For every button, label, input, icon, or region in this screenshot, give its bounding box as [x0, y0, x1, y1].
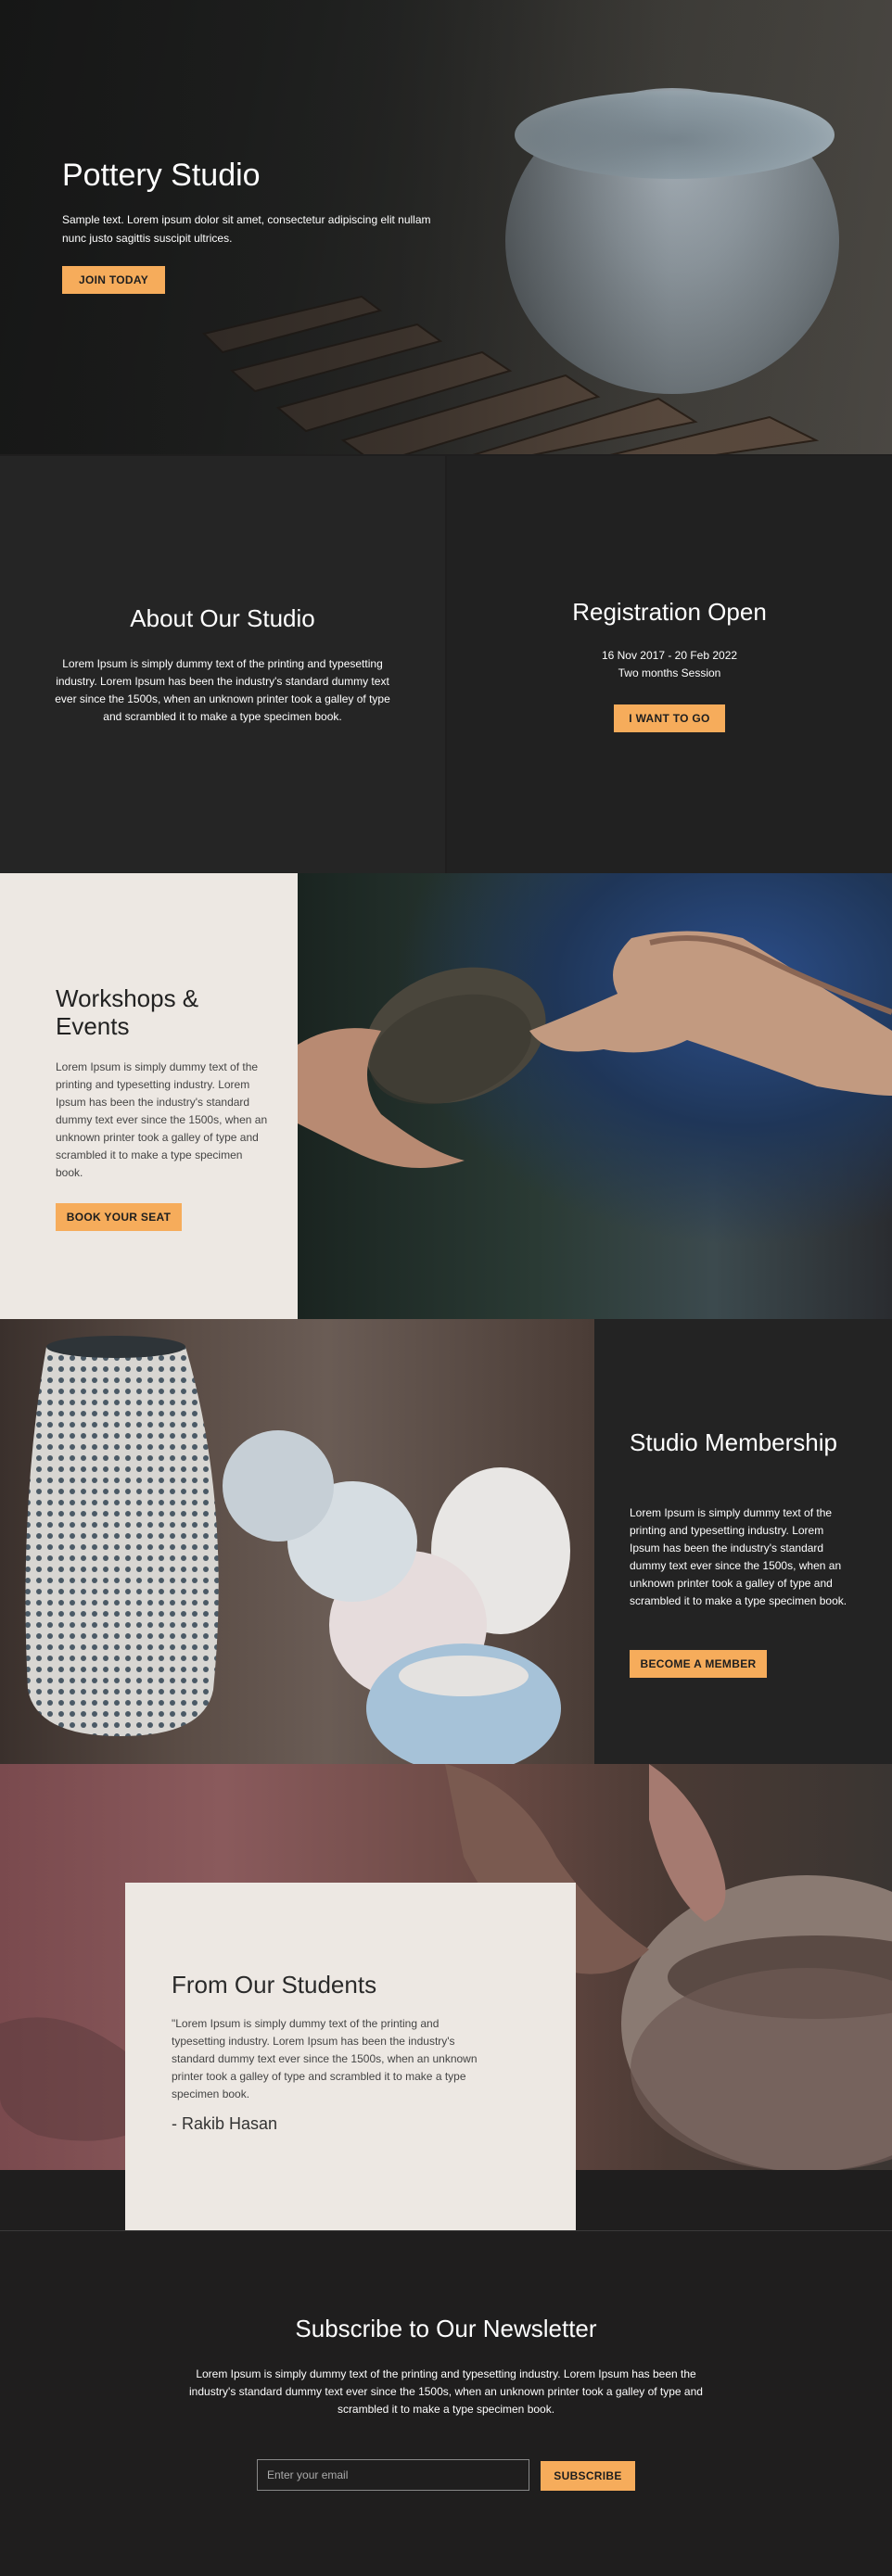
- registration-dates: 16 Nov 2017 - 20 Feb 2022: [601, 649, 738, 662]
- workshops-title: Workshops & Events: [56, 984, 199, 1040]
- newsletter-title: Subscribe to Our Newsletter: [295, 2315, 597, 2342]
- hands-illustration: [298, 931, 892, 1168]
- testimonial-author: - Rakib Hasan: [172, 2114, 278, 2133]
- become-a-member-button[interactable]: BECOME A MEMBER: [630, 1650, 767, 1678]
- hands-shaping-pot-image: [298, 873, 892, 1319]
- registration-section: Registration Open 16 Nov 2017 - 20 Feb 2…: [447, 456, 892, 873]
- vases-illustration: [25, 1336, 570, 1764]
- workshops-text: Lorem Ipsum is simply dummy text of the …: [56, 1060, 268, 1179]
- membership-section: Studio Membership Lorem Ipsum is simply …: [594, 1319, 892, 1764]
- join-today-button[interactable]: JOIN TODAY: [62, 266, 165, 294]
- workshops-section: Workshops & Events Lorem Ipsum is simply…: [0, 873, 298, 1319]
- testimonial-quote: "Lorem Ipsum is simply dummy text of the…: [172, 2017, 478, 2100]
- students-title: From Our Students: [172, 1971, 377, 1999]
- book-your-seat-button[interactable]: BOOK YOUR SEAT: [56, 1203, 182, 1231]
- about-section: About Our Studio Lorem Ipsum is simply d…: [0, 456, 445, 873]
- registration-title: Registration Open: [572, 598, 767, 626]
- membership-text: Lorem Ipsum is simply dummy text of the …: [630, 1506, 847, 1607]
- email-field[interactable]: [257, 2459, 529, 2491]
- hero-title: Pottery Studio: [62, 158, 261, 193]
- about-text: Lorem Ipsum is simply dummy text of the …: [55, 657, 390, 723]
- hero-text: Sample text. Lorem ipsum dolor sit amet,…: [62, 213, 431, 245]
- page: Pottery Studio Sample text. Lorem ipsum …: [0, 0, 892, 2576]
- newsletter-section: Subscribe to Our Newsletter Lorem Ipsum …: [0, 2230, 892, 2576]
- registration-session: Two months Session: [618, 666, 721, 679]
- subscribe-button[interactable]: SUBSCRIBE: [541, 2461, 635, 2491]
- i-want-to-go-button[interactable]: I WANT TO GO: [614, 704, 725, 732]
- about-title: About Our Studio: [130, 604, 315, 632]
- membership-title: Studio Membership: [630, 1428, 837, 1456]
- vases-and-cups-image: [0, 1319, 594, 1764]
- testimonial-card: From Our Students "Lorem Ipsum is simply…: [125, 1883, 576, 2230]
- hero-section: Pottery Studio Sample text. Lorem ipsum …: [0, 0, 892, 454]
- newsletter-text: Lorem Ipsum is simply dummy text of the …: [189, 2367, 703, 2416]
